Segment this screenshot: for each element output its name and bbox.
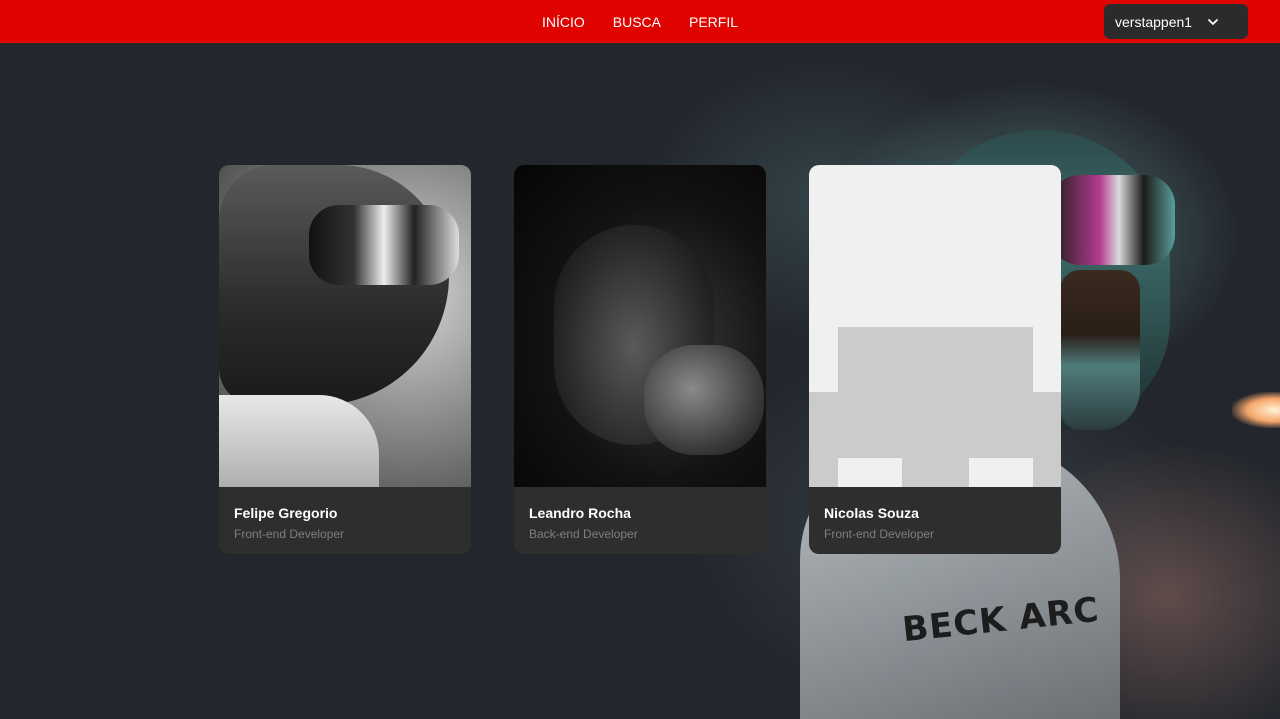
photo-visor (309, 205, 459, 285)
placeholder-shape (969, 458, 1033, 487)
card-info: Nicolas Souza Front-end Developer (809, 487, 1061, 541)
profile-photo-placeholder (809, 165, 1061, 487)
nav-link-busca[interactable]: BUSCA (613, 14, 661, 30)
photo-hand (644, 345, 764, 455)
placeholder-shape (838, 327, 1033, 393)
team-cards: Felipe Gregorio Front-end Developer Lean… (0, 0, 1280, 719)
chevron-down-icon (1208, 19, 1218, 25)
user-menu-dropdown[interactable]: verstappen1 (1104, 4, 1248, 39)
nav-link-inicio[interactable]: INÍCIO (542, 14, 585, 30)
placeholder-shape (838, 458, 902, 487)
profile-photo (219, 165, 471, 487)
photo-helmet (219, 165, 449, 405)
profile-photo (514, 165, 766, 487)
profile-card[interactable]: Nicolas Souza Front-end Developer (809, 165, 1061, 554)
card-name: Nicolas Souza (824, 505, 919, 521)
card-info: Leandro Rocha Back-end Developer (514, 487, 766, 541)
top-navbar: INÍCIO BUSCA PERFIL verstappen1 (0, 0, 1280, 43)
nav-link-perfil[interactable]: PERFIL (689, 14, 738, 30)
username-label: verstappen1 (1115, 13, 1193, 30)
card-role: Front-end Developer (234, 527, 345, 541)
card-info: Felipe Gregorio Front-end Developer (219, 487, 471, 541)
card-name: Felipe Gregorio (234, 505, 338, 521)
profile-card[interactable]: Felipe Gregorio Front-end Developer (219, 165, 471, 554)
card-role: Back-end Developer (529, 527, 638, 541)
card-role: Front-end Developer (824, 527, 935, 541)
nav-links: INÍCIO BUSCA PERFIL (0, 0, 1280, 43)
card-name: Leandro Rocha (529, 505, 631, 521)
profile-card[interactable]: Leandro Rocha Back-end Developer (514, 165, 766, 554)
photo-suit (219, 395, 379, 487)
